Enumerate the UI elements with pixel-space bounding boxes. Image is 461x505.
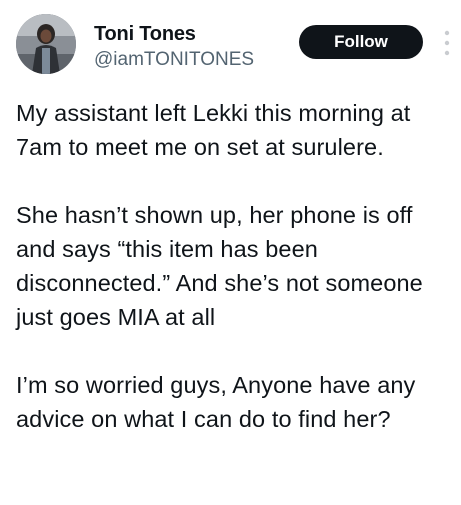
tweet-paragraph: She hasn’t shown up, her phone is off an… bbox=[16, 202, 423, 330]
author-avatar[interactable] bbox=[16, 14, 76, 74]
author-handle[interactable]: @iamTONITONES bbox=[94, 48, 254, 72]
tweet-paragraph: I’m so worried guys, Anyone have any adv… bbox=[16, 372, 416, 432]
author-display-name[interactable]: Toni Tones bbox=[94, 22, 196, 46]
more-vertical-icon[interactable] bbox=[443, 30, 451, 56]
profile-photo-icon bbox=[16, 14, 76, 74]
tweet-card: Toni Tones @iamTONITONES Follow My assis… bbox=[0, 0, 461, 505]
follow-button[interactable]: Follow bbox=[299, 25, 423, 59]
tweet-paragraph: My assistant left Lekki this morning at … bbox=[16, 100, 411, 160]
tweet-body: My assistant left Lekki this morning at … bbox=[16, 96, 454, 436]
